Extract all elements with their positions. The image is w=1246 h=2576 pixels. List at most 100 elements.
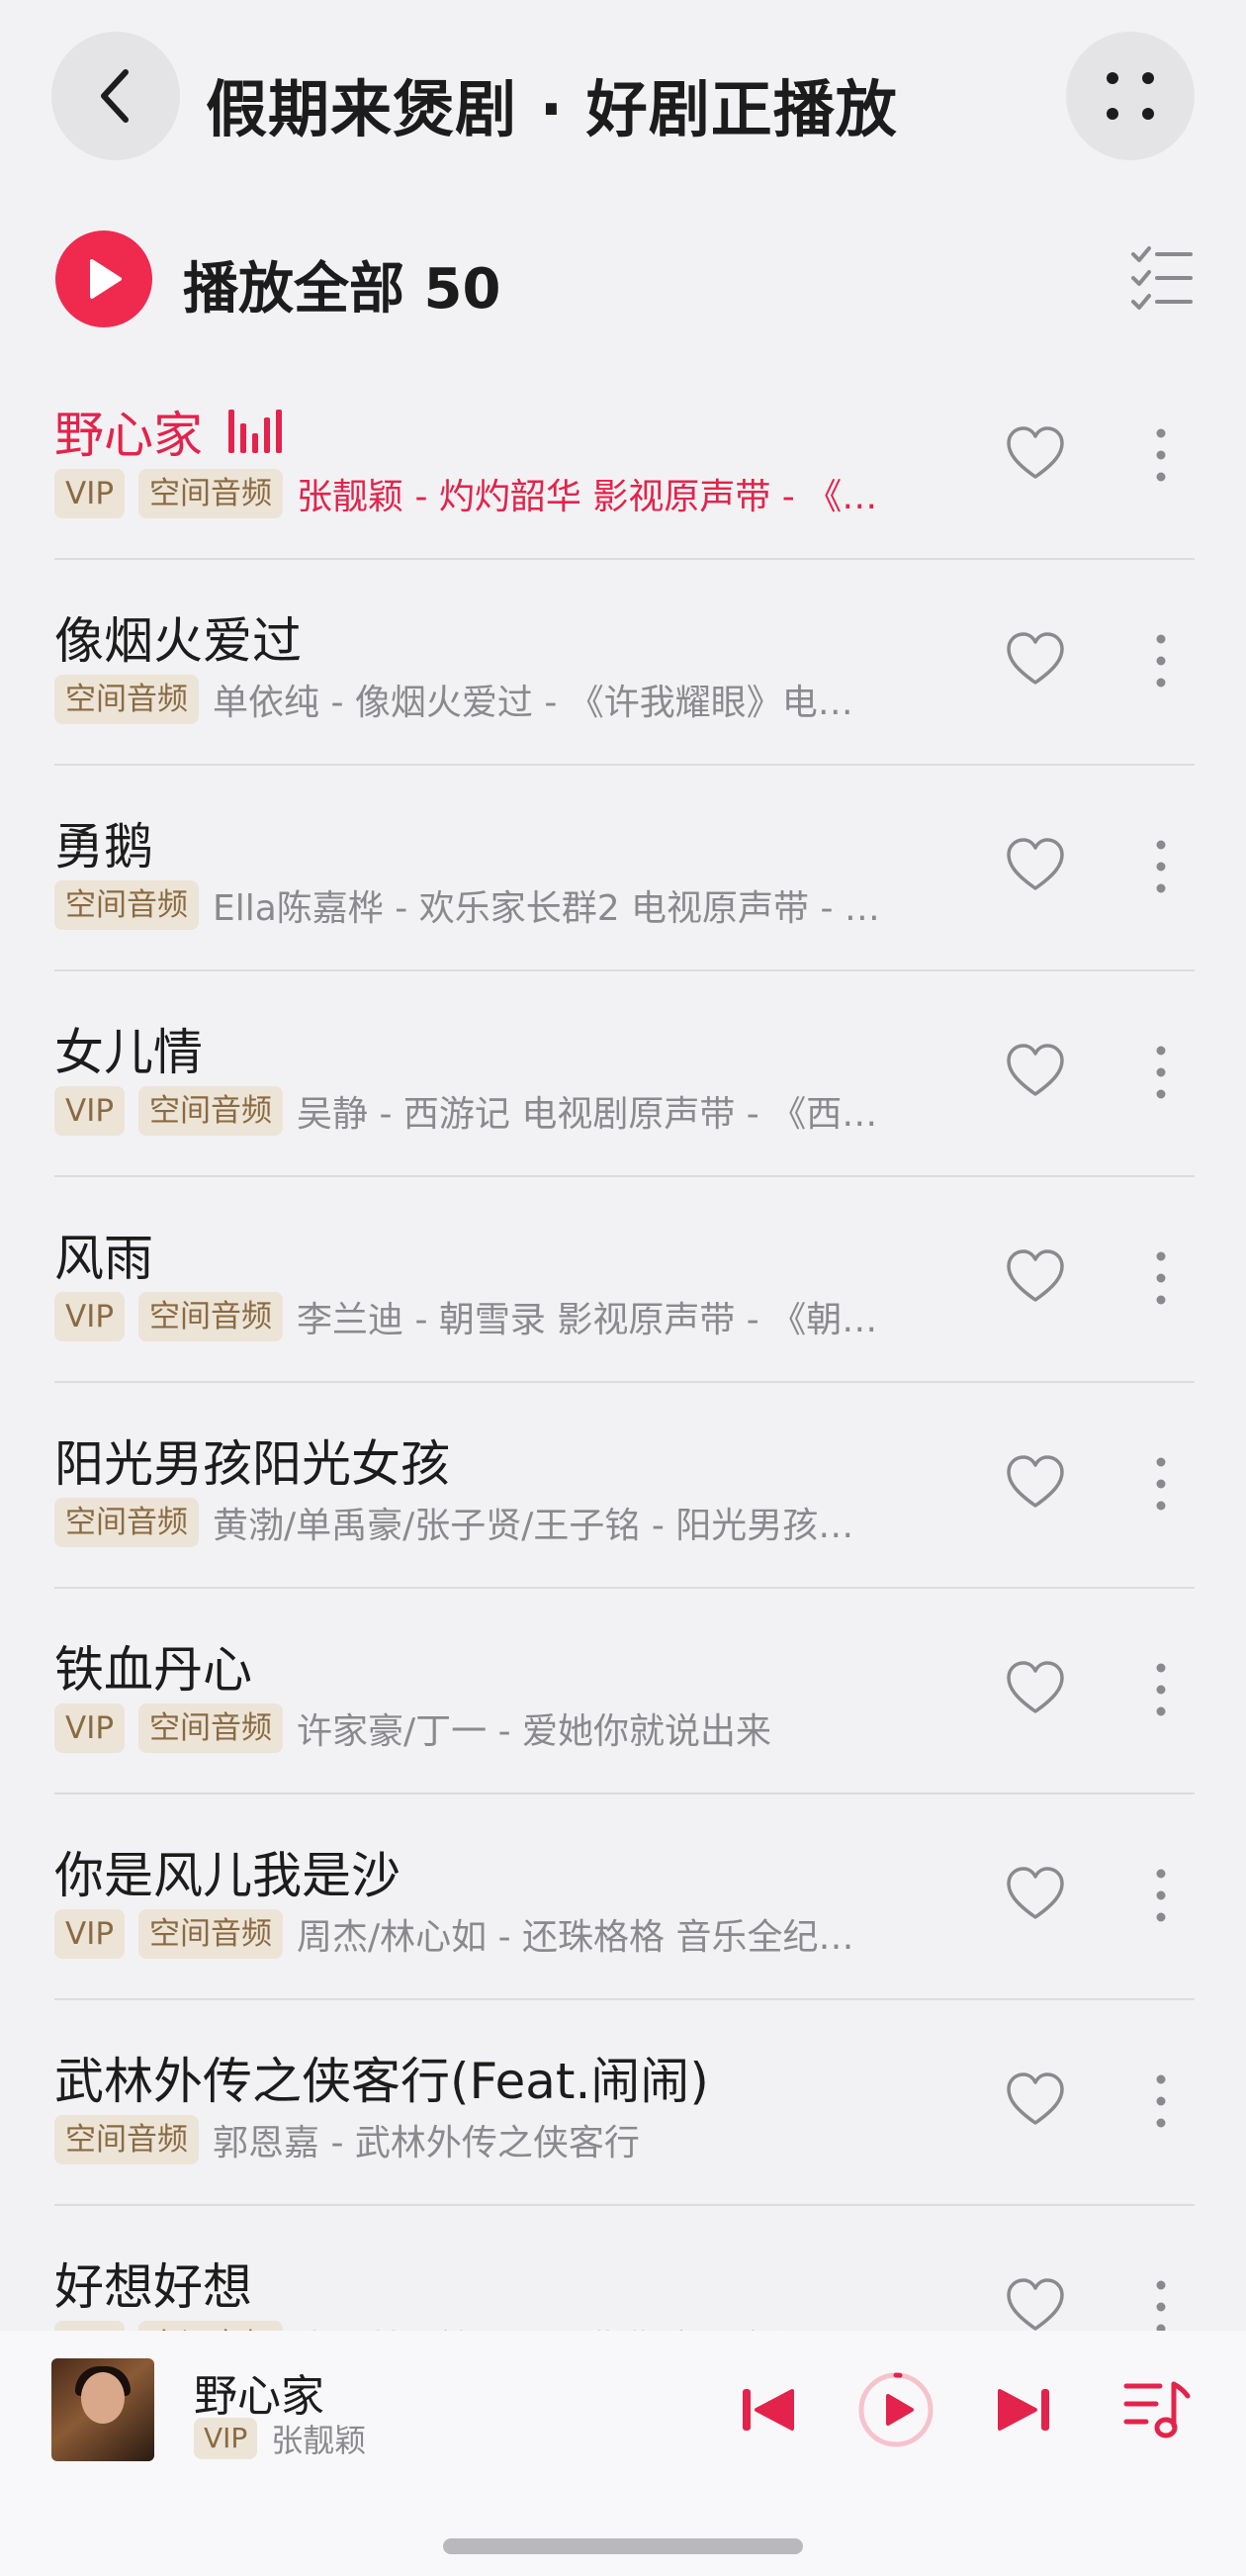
heart-icon[interactable]	[1004, 629, 1067, 692]
spatial-audio-tag: 空间音频	[54, 675, 199, 724]
more-options-icon[interactable]	[1147, 629, 1175, 692]
song-subtitle: 空间音频 Ella陈嘉桦 - 欢乐家长群2 电视原声带 - …	[54, 878, 880, 932]
playlist-button[interactable]	[1117, 2370, 1197, 2449]
more-options-icon[interactable]	[1147, 1864, 1175, 1927]
song-row[interactable]: 铁血丹心 VIP 空间音频 许家豪/丁一 - 爱她你就说出来	[0, 1589, 1246, 1794]
play-all-label[interactable]: 播放全部 50	[183, 244, 500, 324]
song-row[interactable]: 好想好想 VIP 空间音频 古巨基 - 情深深雨濛濛 音乐全纪录	[0, 2206, 1246, 2331]
vip-tag: VIP	[54, 2321, 126, 2331]
spatial-audio-tag: 空间音频	[54, 1498, 199, 1547]
now-playing-artist: 张靓颖	[271, 2422, 367, 2459]
more-options-icon[interactable]	[1147, 1452, 1175, 1516]
more-options-icon[interactable]	[1147, 835, 1175, 898]
song-title-text: 野心家	[54, 407, 203, 464]
song-meta: Ella陈嘉桦 - 欢乐家长群2 电视原声带 - …	[213, 888, 880, 929]
song-list[interactable]: 野心家 VIP 空间音频 张靓颖 - 灼灼韶华 影视原声带 - 《… 像烟火爱过 空间音频…	[0, 354, 1246, 2331]
play-all-button[interactable]	[55, 230, 152, 327]
multi-select-icon[interactable]	[1127, 242, 1197, 312]
song-row[interactable]: 风雨 VIP 空间音频 李兰迪 - 朝雪录 影视原声带 - 《朝…	[0, 1177, 1246, 1383]
song-subtitle: VIP 空间音频 古巨基 - 情深深雨濛濛 音乐全纪录	[54, 2319, 842, 2331]
song-subtitle: 空间音频 黄渤/单禹豪/张子贤/王子铭 - 阳光男孩…	[54, 1496, 853, 1549]
heart-icon[interactable]	[1004, 2275, 1067, 2331]
song-title: 武林外传之侠客行(Feat.闹闹)	[54, 2042, 709, 2113]
song-title: 野心家	[54, 396, 284, 467]
more-options-icon[interactable]	[1147, 1658, 1175, 1721]
song-title: 阳光男孩阳光女孩	[54, 1425, 450, 1496]
song-meta: 郭恩嘉 - 武林外传之侠客行	[213, 2123, 640, 2163]
chevron-left-icon	[101, 69, 129, 123]
more-options-icon[interactable]	[1147, 1246, 1175, 1310]
spatial-audio-tag: 空间音频	[54, 2115, 199, 2164]
vip-tag: VIP	[54, 469, 126, 518]
song-title-text: 勇鹅	[54, 818, 153, 875]
now-playing-subtitle: VIP 张靓颖	[194, 2416, 366, 2461]
back-button[interactable]	[51, 32, 180, 160]
song-row[interactable]: 你是风儿我是沙 VIP 空间音频 周杰/林心如 - 还珠格格 音乐全纪…	[0, 1794, 1246, 2000]
play-pause-button[interactable]	[856, 2370, 935, 2449]
song-row[interactable]: 女儿情 VIP 空间音频 吴静 - 西游记 电视剧原声带 - 《西…	[0, 971, 1246, 1177]
heart-icon[interactable]	[1004, 2070, 1067, 2133]
song-row[interactable]: 勇鹅 空间音频 Ella陈嘉桦 - 欢乐家长群2 电视原声带 - …	[0, 766, 1246, 971]
heart-icon[interactable]	[1004, 1041, 1067, 1104]
vip-tag: VIP	[54, 1909, 126, 1959]
song-title-text: 好想好想	[54, 2258, 252, 2316]
heart-icon[interactable]	[1004, 1452, 1067, 1516]
more-options-icon[interactable]	[1147, 1041, 1175, 1104]
song-title-text: 武林外传之侠客行(Feat.闹闹)	[54, 2053, 709, 2110]
play-icon	[90, 259, 122, 299]
spatial-audio-tag: 空间音频	[138, 1703, 284, 1753]
song-title-text: 铁血丹心	[54, 1641, 252, 1699]
spatial-audio-tag: 空间音频	[138, 1086, 284, 1136]
song-title-text: 你是风儿我是沙	[54, 1847, 400, 1904]
more-options-icon[interactable]	[1147, 2070, 1175, 2133]
song-row[interactable]: 武林外传之侠客行(Feat.闹闹) 空间音频 郭恩嘉 - 武林外传之侠客行	[0, 2000, 1246, 2206]
now-playing-title: 野心家	[194, 2371, 324, 2422]
next-button[interactable]	[989, 2370, 1058, 2449]
song-meta: 古巨基 - 情深深雨濛濛 音乐全纪录	[297, 2320, 842, 2331]
previous-button[interactable]	[734, 2370, 803, 2449]
play-circle-icon	[858, 2372, 934, 2447]
spatial-audio-tag: 空间音频	[138, 2321, 284, 2331]
song-subtitle: VIP 空间音频 周杰/林心如 - 还珠格格 音乐全纪…	[54, 1907, 854, 1961]
song-meta: 周杰/林心如 - 还珠格格 音乐全纪…	[297, 1917, 854, 1958]
song-row[interactable]: 像烟火爱过 空间音频 单依纯 - 像烟火爱过 - 《许我耀眼》电…	[0, 560, 1246, 766]
song-subtitle: 空间音频 单依纯 - 像烟火爱过 - 《许我耀眼》电…	[54, 673, 853, 726]
vip-tag: VIP	[54, 1703, 126, 1753]
song-title: 好想好想	[54, 2248, 252, 2319]
more-options-icon[interactable]	[1147, 423, 1175, 487]
grid-dots-icon	[1107, 72, 1154, 120]
spatial-audio-tag: 空间音频	[138, 1292, 284, 1341]
song-subtitle: 空间音频 郭恩嘉 - 武林外传之侠客行	[54, 2113, 640, 2166]
album-cover[interactable]	[51, 2358, 154, 2461]
more-button[interactable]	[1066, 32, 1195, 160]
heart-icon[interactable]	[1004, 1246, 1067, 1310]
page-title: 假期来煲剧 · 好剧正播放	[206, 73, 898, 145]
previous-icon	[743, 2389, 794, 2431]
song-title-text: 像烟火爱过	[54, 612, 302, 670]
playlist-icon	[1123, 2381, 1191, 2438]
song-row[interactable]: 野心家 VIP 空间音频 张靓颖 - 灼灼韶华 影视原声带 - 《…	[0, 354, 1246, 560]
home-indicator[interactable]	[443, 2538, 803, 2554]
song-title-text: 风雨	[54, 1230, 153, 1287]
next-icon	[998, 2389, 1049, 2431]
now-playing-bar[interactable]: 野心家 VIP 张靓颖	[0, 2331, 1246, 2576]
song-title: 风雨	[54, 1219, 153, 1290]
vip-tag: VIP	[54, 1292, 126, 1341]
vip-tag: VIP	[54, 1086, 126, 1136]
spatial-audio-tag: 空间音频	[54, 880, 199, 930]
spatial-audio-tag: 空间音频	[138, 1909, 284, 1959]
heart-icon[interactable]	[1004, 423, 1067, 487]
song-title-text: 女儿情	[54, 1024, 203, 1081]
heart-icon[interactable]	[1004, 1864, 1067, 1927]
song-title: 铁血丹心	[54, 1630, 252, 1702]
vip-tag: VIP	[194, 2418, 258, 2459]
now-playing-equalizer-icon	[228, 410, 284, 453]
song-title: 像烟火爱过	[54, 601, 302, 673]
heart-icon[interactable]	[1004, 835, 1067, 898]
heart-icon[interactable]	[1004, 1658, 1067, 1721]
song-meta: 许家豪/丁一 - 爱她你就说出来	[297, 1711, 772, 1752]
song-row[interactable]: 阳光男孩阳光女孩 空间音频 黄渤/单禹豪/张子贤/王子铭 - 阳光男孩…	[0, 1383, 1246, 1589]
more-options-icon[interactable]	[1147, 2275, 1175, 2331]
song-title: 勇鹅	[54, 807, 153, 878]
song-title: 女儿情	[54, 1013, 203, 1084]
